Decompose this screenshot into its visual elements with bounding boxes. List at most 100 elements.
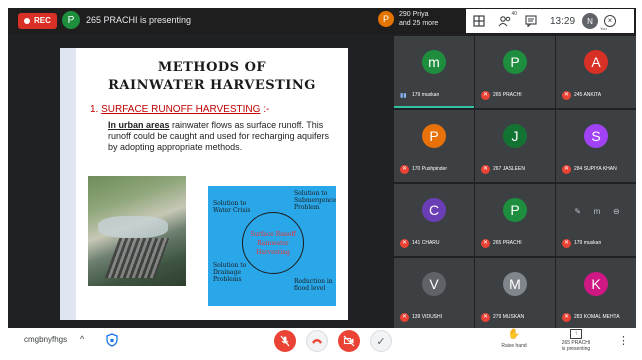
present-screen-icon: ↑ (570, 329, 582, 339)
participant-tile[interactable]: m ▮▮ 179 muskan (394, 36, 474, 108)
participant-grid: m ▮▮ 179 muskan P ✕ 265 PRACHI A ✕ 245 A… (394, 34, 636, 330)
participant-tile[interactable]: ✎ m ⊖ ✕ 179 muskan (556, 184, 636, 256)
mic-toggle-button[interactable] (274, 330, 296, 352)
participant-avatar: C (422, 198, 446, 222)
chat-icon (525, 15, 537, 27)
check-icon: ✓ (376, 335, 386, 348)
slide-body: In urban areas rainwater flows as surfac… (108, 120, 340, 153)
mic-off-icon: ✕ (481, 91, 490, 100)
presenter-avatar: P (62, 11, 80, 29)
participant-avatar: M (503, 272, 527, 296)
benefits-diagram: Solution to Water Crisis Solution to Sub… (208, 186, 336, 306)
others-line2: and 25 more (399, 20, 439, 27)
participant-name: 170 Pushpinder (412, 166, 448, 172)
recording-badge: REC (18, 13, 57, 29)
participant-avatar: P (503, 50, 527, 74)
participant-tile[interactable]: M ✕ 279 MUSKAN (475, 258, 555, 330)
runoff-water (98, 216, 168, 238)
top-right-tools: 40 13:29 N You × (466, 9, 634, 33)
participant-name: 279 MUSKAN (493, 314, 525, 320)
pin-icon[interactable]: ✎ (574, 207, 581, 216)
raise-hand-button[interactable]: ✋ Raise hand (494, 329, 534, 349)
layout-button[interactable] (466, 11, 492, 31)
runoff-photo (88, 176, 186, 286)
participant-name: 265 PRACHI (493, 240, 522, 246)
participant-avatar: A (584, 50, 608, 74)
participant-avatar: J (503, 124, 527, 148)
participant-tile[interactable]: S ✕ 284 SUPIYA KHAN (556, 110, 636, 182)
confirm-button[interactable]: ✓ (370, 330, 392, 352)
mic-off-icon: ✕ (400, 165, 409, 174)
participant-name: 245 ANKITA (574, 92, 602, 98)
raise-hand-label: Raise hand (501, 343, 527, 349)
presenting-button[interactable]: ↑ 265 PRACHI is presenting (556, 329, 596, 352)
slide-heading: 1. SURFACE RUNOFF HARVESTING :- (90, 104, 269, 115)
body-emphasis: In urban areas (108, 120, 170, 130)
people-button[interactable]: 40 (492, 11, 518, 31)
mic-off-icon: ✕ (562, 165, 571, 174)
participant-tile[interactable]: P ✕ 265 PRACHI (475, 184, 555, 256)
leave-call-button[interactable] (306, 330, 328, 352)
people-count-badge: 40 (511, 11, 517, 17)
participant-name: 267 JASLEEN (493, 166, 525, 172)
participant-tile[interactable]: J ✕ 267 JASLEEN (475, 110, 555, 182)
others-avatar: P (378, 11, 394, 27)
presentation-area: METHODS OF RAINWATER HARVESTING 1. SURFA… (8, 34, 392, 328)
participant-avatar: m (593, 206, 601, 216)
phone-hangup-icon (312, 339, 322, 344)
chat-button[interactable] (518, 11, 544, 31)
mic-off-icon: ✕ (562, 313, 571, 322)
participant-name: 141 CHARU (412, 240, 440, 246)
camera-toggle-button[interactable] (338, 330, 360, 352)
more-options-icon[interactable]: ⋮ (618, 334, 629, 347)
participant-avatar: K (584, 272, 608, 296)
participant-avatar: P (422, 124, 446, 148)
recording-label: REC (34, 16, 51, 25)
diagram-top-right: Solution to Submergence Problem (294, 190, 337, 211)
drain-grate (104, 238, 170, 278)
people-icon (498, 16, 511, 27)
meet-window: REC P 265 PRACHI is presenting P 290 Pri… (8, 8, 636, 354)
participant-avatar: V (422, 272, 446, 296)
participant-name: 265 PRACHI (493, 92, 522, 98)
meeting-code[interactable]: cmgbnyfhgs (24, 335, 67, 344)
user-avatar[interactable]: N (582, 13, 598, 29)
slide-title-line1: METHODS OF (157, 60, 267, 75)
user-label: You (600, 26, 607, 31)
participant-avatar: P (503, 198, 527, 222)
heading-text: SURFACE RUNOFF HARVESTING (101, 104, 261, 115)
slide-title-line2: RAINWATER HARVESTING (108, 78, 316, 93)
presented-slide: METHODS OF RAINWATER HARVESTING 1. SURFA… (60, 48, 348, 320)
participant-tile[interactable]: V ✕ 139 VIDUSHI (394, 258, 474, 330)
participant-tile[interactable]: P ✕ 265 PRACHI (475, 36, 555, 108)
camera-off-icon (343, 335, 355, 347)
mic-off-icon: ✕ (400, 239, 409, 248)
diagram-top-left: Solution to Water Crisis (213, 200, 251, 214)
shield-icon[interactable] (106, 333, 118, 347)
presenter-indicator: P 265 PRACHI is presenting (62, 11, 191, 29)
record-dot-icon (24, 18, 30, 24)
mic-off-icon: ✕ (481, 313, 490, 322)
participant-tile[interactable]: P ✕ 170 Pushpinder (394, 110, 474, 182)
top-bar: REC P 265 PRACHI is presenting P 290 Pri… (8, 8, 636, 34)
mic-off-icon: ✕ (481, 239, 490, 248)
participant-name: 179 muskan (574, 240, 602, 246)
participant-tile[interactable]: A ✕ 245 ANKITA (556, 36, 636, 108)
participant-name: 139 VIDUSHI (412, 314, 443, 320)
mic-off-icon: ✕ (562, 239, 571, 248)
other-participants[interactable]: P 290 Priya and 25 more (378, 10, 438, 28)
diagram-bottom-left: Solution to Drainage Problems (213, 262, 247, 283)
presenter-text: 265 PRACHI is presenting (86, 15, 192, 25)
mic-off-icon: ✕ (400, 313, 409, 322)
participant-tile[interactable]: C ✕ 141 CHARU (394, 184, 474, 256)
speaking-icon: ▮▮ (400, 93, 407, 99)
participant-tile[interactable]: K ✕ 283 KOMAL MEHTA (556, 258, 636, 330)
present-line2: is presenting (561, 346, 591, 352)
bottom-bar: cmgbnyfhgs ^ ✓ ✋ Raise hand ↑ 265 PRACHI… (8, 328, 636, 354)
participant-name: 284 SUPIYA KHAN (574, 166, 617, 172)
more-options-icon[interactable]: ⊖ (613, 207, 620, 216)
hand-icon: ✋ (507, 329, 521, 340)
diagram-center: Surface Runoff Rainwater Harvesting (250, 231, 296, 256)
chevron-up-icon[interactable]: ^ (80, 334, 84, 344)
mic-off-icon: ✕ (481, 165, 490, 174)
